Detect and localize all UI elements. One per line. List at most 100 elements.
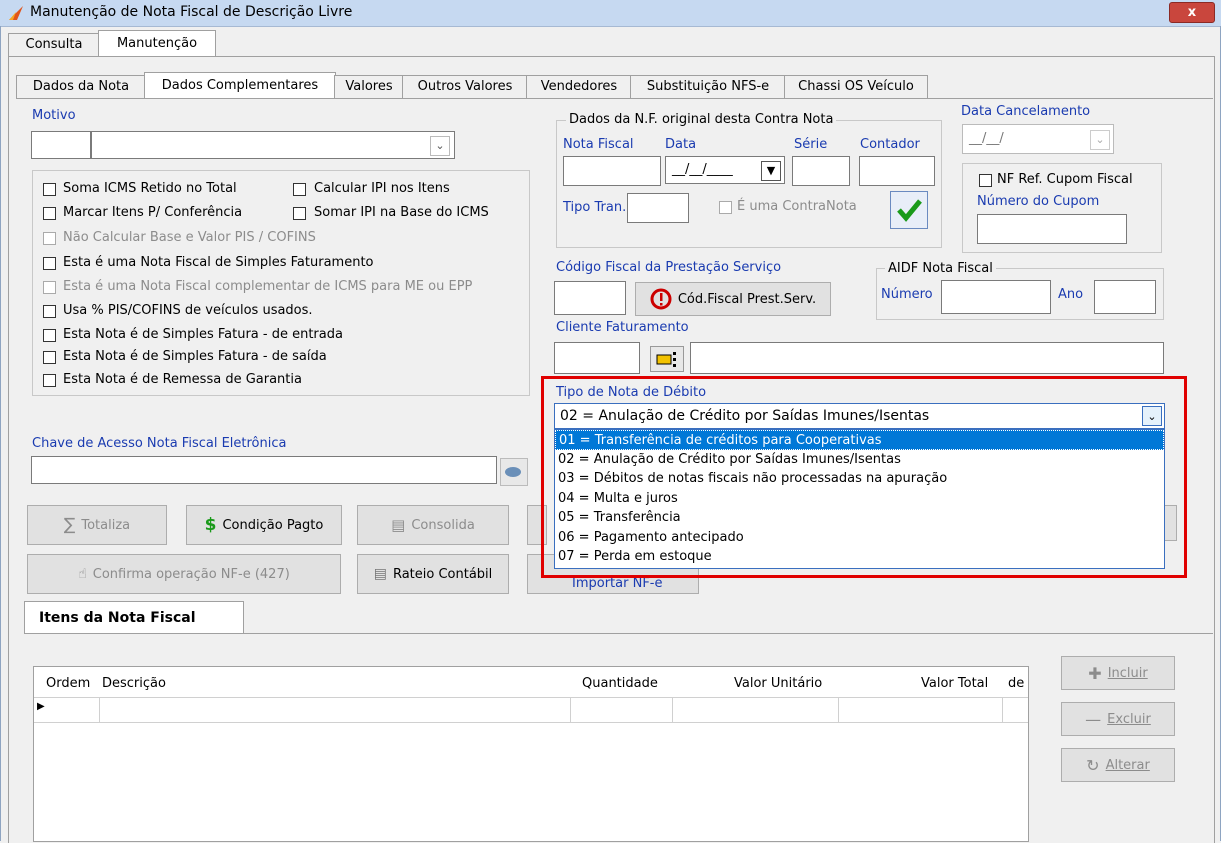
aidf-numero-input[interactable] [941,280,1051,314]
handshake-icon [505,467,521,477]
codigo-fiscal-label: Código Fiscal da Prestação Serviço [556,260,782,275]
sigma-icon: ∑ [63,515,76,535]
simples-entrada-checkbox[interactable] [43,329,56,342]
pointing-hand-icon [656,352,676,367]
numero-cupom-input[interactable] [977,214,1127,244]
numero-cupom-label: Número do Cupom [977,194,1100,209]
nf-ref-cupom-label: NF Ref. Cupom Fiscal [997,172,1133,187]
aidf-numero-label: Número [881,287,933,302]
chevron-down-icon[interactable]: ⌄ [430,136,450,156]
chevron-down-icon[interactable]: ▼ [761,161,781,181]
highlight-annotation [541,376,1187,578]
cliente-code-input[interactable] [554,342,640,374]
rateio-contabil-button[interactable]: ▤ Rateio Contábil [357,554,509,594]
aidf-ano-label: Ano [1058,287,1084,302]
tab-vendedores[interactable]: Vendedores [526,75,632,98]
tab-chassi-os-veiculo[interactable]: Chassi OS Veículo [784,75,928,98]
marcar-itens-label: Marcar Itens P/ Conferência [63,205,243,220]
cliente-lookup-button[interactable] [650,346,684,372]
confirm-button[interactable] [890,191,928,229]
totaliza-button[interactable]: ∑ Totaliza [27,505,167,545]
dollar-icon: $ [204,515,217,535]
condicao-pagto-button-label: Condição Pagto [222,517,324,533]
confirma-operacao-button[interactable]: ☝ Confirma operação NF-e (427) [27,554,341,594]
cod-fiscal-button-label: Cód.Fiscal Prest.Serv. [677,291,817,307]
tab-substituicao-nfse[interactable]: Substituição NFS-e [630,75,786,98]
tab-dados-nota[interactable]: Dados da Nota [16,75,146,98]
alterar-button[interactable]: ↻ Alterar [1061,748,1175,782]
data-label: Data [665,137,697,152]
excluir-button-label: Excluir [1107,711,1151,727]
tab-dados-complementares[interactable]: Dados Complementares [144,72,336,99]
serie-label: Série [794,137,828,152]
table-row[interactable]: ▶ [34,697,1028,723]
chevron-down-icon[interactable]: ⌄ [1090,130,1110,150]
excluir-button[interactable]: — Excluir [1061,702,1175,736]
tab-itens-nota-fiscal[interactable]: Itens da Nota Fiscal [24,601,244,633]
row-indicator-icon: ▶ [37,701,45,712]
complementar-label: Esta é uma Nota Fiscal complementar de I… [63,279,473,294]
contra-nota-checkbox[interactable] [719,201,732,214]
chave-lookup-button[interactable] [500,458,528,486]
soma-icms-checkbox[interactable] [43,183,56,196]
consolida-button-label: Consolida [411,517,475,533]
data-input[interactable]: __/__/____ ▼ [665,156,785,184]
somar-ipi-label: Somar IPI na Base do ICMS [314,205,489,220]
somar-ipi-checkbox[interactable] [293,207,306,220]
column-header-valor-unitario[interactable]: Valor Unitário [734,676,822,691]
nf-original-title: Dados da N.F. original desta Contra Nota [566,112,837,127]
document-stack-icon: ▤ [391,516,406,534]
itens-grid[interactable]: Ordem Descrição Quantidade Valor Unitári… [33,666,1029,842]
alert-icon [650,288,672,310]
nao-calcular-label: Não Calcular Base e Valor PIS / COFINS [63,230,316,245]
serie-input[interactable] [792,156,850,186]
column-header-ordem[interactable]: Ordem [46,676,90,691]
totaliza-button-label: Totaliza [81,517,131,533]
aidf-ano-input[interactable] [1094,280,1156,314]
motivo-label: Motivo [32,108,76,123]
chave-acesso-input[interactable] [31,456,497,484]
incluir-button[interactable]: ✚ Incluir [1061,656,1175,690]
window-title: Manutenção de Nota Fiscal de Descrição L… [30,4,353,20]
column-header-de[interactable]: de [1008,676,1024,691]
tab-manutencao[interactable]: Manutenção [98,30,216,57]
cod-fiscal-button[interactable]: Cód.Fiscal Prest.Serv. [635,282,831,316]
refresh-icon: ↻ [1086,755,1100,775]
column-header-valor-total[interactable]: Valor Total [921,676,988,691]
cliente-faturamento-label: Cliente Faturamento [556,320,689,335]
data-cancelamento-label: Data Cancelamento [961,104,1091,119]
contador-input[interactable] [859,156,935,186]
usa-pis-checkbox[interactable] [43,305,56,318]
simples-saida-checkbox[interactable] [43,351,56,364]
check-icon [897,199,922,222]
tipo-tran-input[interactable] [627,193,689,223]
codigo-fiscal-input[interactable] [554,281,626,315]
calcular-ipi-checkbox[interactable] [293,183,306,196]
column-header-descricao[interactable]: Descrição [102,676,166,691]
nota-fiscal-input[interactable] [563,156,661,186]
tab-outros-valores[interactable]: Outros Valores [402,75,528,98]
remessa-garantia-label: Esta Nota é de Remessa de Garantia [63,372,302,387]
data-cancelamento-input[interactable]: __/__/ ⌄ [962,124,1114,154]
nao-calcular-checkbox[interactable] [43,232,56,245]
data-value: __/__/____ [672,162,733,177]
consolida-button[interactable]: ▤ Consolida [357,505,509,545]
alterar-button-label: Alterar [1105,757,1150,773]
motivo-code-input[interactable] [31,131,91,159]
importar-nfe-button-label: Importar NF-e [572,576,663,591]
tab-consulta[interactable]: Consulta [8,33,100,56]
column-header-quantidade[interactable]: Quantidade [582,676,658,691]
incluir-button-label: Incluir [1107,665,1148,681]
complementar-checkbox[interactable] [43,281,56,294]
minus-icon: — [1085,709,1102,729]
nf-ref-cupom-checkbox[interactable] [979,174,992,187]
motivo-select[interactable]: ⌄ [91,131,455,159]
simples-faturamento-checkbox[interactable] [43,257,56,270]
confirma-operacao-button-label: Confirma operação NF-e (427) [92,566,290,582]
marcar-itens-checkbox[interactable] [43,207,56,220]
cliente-name-input[interactable] [690,342,1164,374]
remessa-garantia-checkbox[interactable] [43,374,56,387]
close-button[interactable]: x [1169,2,1215,23]
condicao-pagto-button[interactable]: $ Condição Pagto [186,505,342,545]
tab-valores[interactable]: Valores [334,75,404,98]
